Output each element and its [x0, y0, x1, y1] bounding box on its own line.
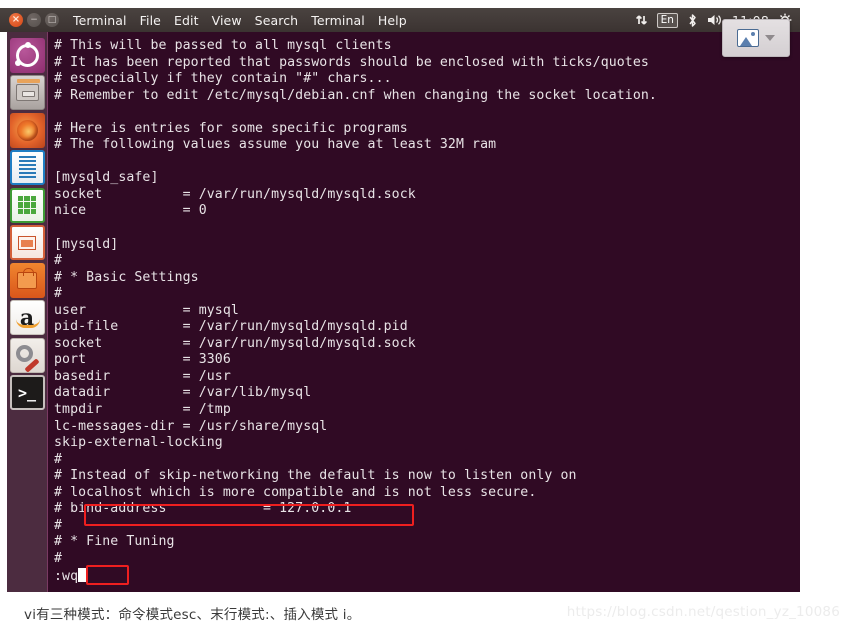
terminal-line: [mysqld_safe] — [54, 170, 159, 186]
launcher-item-system-settings[interactable] — [9, 337, 45, 373]
maximize-window-button[interactable]: □ — [45, 13, 59, 27]
terminal-line: # bind-address = 127.0.0.1 — [54, 501, 352, 517]
terminal-line: skip-external-locking — [54, 435, 223, 451]
terminal-line: # — [54, 253, 63, 269]
launcher-item-ubuntu-software[interactable] — [9, 262, 45, 298]
terminal-line: # Remember to edit /etc/mysql/debian.cnf… — [54, 87, 657, 103]
vi-command-line[interactable]: :wq — [54, 567, 87, 586]
terminal-line: # The following values assume you have a… — [54, 137, 497, 153]
desktop-screenshot: × − □ Terminal File Edit View Search Ter… — [0, 0, 854, 592]
text-cursor — [78, 567, 87, 582]
terminal-line: # escpecially if they contain "#" chars.… — [54, 71, 392, 87]
terminal-line: socket = /var/run/mysqld/mysqld.sock — [54, 335, 416, 351]
launcher-item-amazon[interactable]: a — [9, 300, 45, 335]
window-controls: × − □ — [9, 13, 59, 27]
terminal-line: [mysqld] — [54, 236, 119, 252]
vi-command-text: :wq — [54, 568, 79, 584]
writer-document-icon — [18, 155, 36, 180]
terminal-line: tmpdir = /tmp — [54, 402, 231, 418]
terminal-line: # It has been reported that passwords sh… — [54, 54, 649, 70]
terminal-line: nice = 0 — [54, 203, 207, 219]
terminal-line: # — [54, 286, 63, 302]
terminal-line: # This will be passed to all mysql clien… — [54, 38, 392, 53]
launcher-item-firefox[interactable] — [9, 112, 45, 148]
terminal-line: port = 3306 — [54, 352, 231, 368]
ubuntu-logo-icon — [14, 41, 39, 67]
terminal-line: # Here is entries for some specific prog… — [54, 120, 408, 136]
launcher-item-terminal[interactable]: >_ — [9, 375, 45, 410]
terminal-line: # — [54, 451, 63, 467]
terminal-window[interactable]: # This will be passed to all mysql clien… — [48, 32, 800, 592]
watermark-text: https://blog.csdn.net/qestion_yz_10086 — [566, 604, 840, 620]
close-window-button[interactable]: × — [9, 13, 23, 27]
menu-help[interactable]: Help — [378, 13, 407, 28]
terminal-line: user = mysql — [54, 302, 239, 318]
file-manager-icon — [15, 84, 39, 101]
unity-top-panel: × − □ Terminal File Edit View Search Ter… — [0, 8, 800, 32]
terminal-text-buffer: # This will be passed to all mysql clien… — [54, 38, 800, 585]
caption-area: vi有三种模式：命令模式esc、末行模式:、插入模式 i。 https://bl… — [0, 592, 854, 635]
chevron-down-icon[interactable] — [765, 35, 775, 41]
minimize-window-button[interactable]: − — [27, 13, 41, 27]
network-icon[interactable] — [635, 13, 648, 27]
software-bag-icon — [17, 267, 37, 289]
terminal-prompt-icon: >_ — [17, 383, 37, 402]
screenshot-tool-popup[interactable] — [722, 19, 790, 57]
terminal-line: datadir = /var/lib/mysql — [54, 385, 312, 401]
volume-icon[interactable] — [707, 13, 723, 27]
firefox-icon — [16, 119, 38, 141]
launcher-item-libreoffice-calc[interactable] — [9, 187, 45, 223]
launcher-item-libreoffice-impress[interactable] — [9, 225, 45, 260]
launcher-item-libreoffice-writer[interactable] — [9, 150, 45, 185]
calc-spreadsheet-icon — [18, 196, 36, 214]
menu-search[interactable]: Search — [255, 13, 299, 28]
menu-view[interactable]: View — [212, 13, 242, 28]
terminal-line: # * Fine Tuning — [54, 534, 175, 550]
menu-file[interactable]: File — [140, 13, 161, 28]
picture-icon[interactable] — [737, 29, 759, 47]
unity-launcher: a >_ — [7, 32, 48, 592]
menu-terminal[interactable]: Terminal — [311, 13, 365, 28]
terminal-line: # localhost which is more compatible and… — [54, 484, 537, 500]
launcher-item-ubuntu-dash[interactable] — [9, 37, 45, 73]
caption-text: vi有三种模式：命令模式esc、末行模式:、插入模式 i。 — [24, 607, 361, 623]
terminal-line: lc-messages-dir = /usr/share/mysql — [54, 418, 328, 434]
terminal-line: basedir = /usr — [54, 368, 231, 384]
menu-app-title[interactable]: Terminal — [73, 13, 127, 28]
terminal-line: # * Basic Settings — [54, 269, 199, 285]
menu-bar: Terminal File Edit View Search Terminal … — [73, 13, 407, 28]
amazon-icon: a — [19, 304, 35, 331]
terminal-line: # — [54, 517, 63, 533]
impress-slide-icon — [18, 235, 36, 250]
terminal-line: pid-file = /var/run/mysqld/mysqld.pid — [54, 319, 408, 335]
menu-edit[interactable]: Edit — [174, 13, 199, 28]
terminal-line: # — [54, 550, 63, 566]
terminal-line: socket = /var/run/mysqld/mysqld.sock — [54, 186, 416, 202]
keyboard-layout-indicator[interactable]: En — [656, 12, 678, 28]
gear-icon — [15, 344, 33, 362]
launcher-item-files[interactable] — [9, 75, 45, 110]
terminal-line: # Instead of skip-networking the default… — [54, 468, 577, 484]
bluetooth-icon[interactable] — [687, 13, 698, 28]
